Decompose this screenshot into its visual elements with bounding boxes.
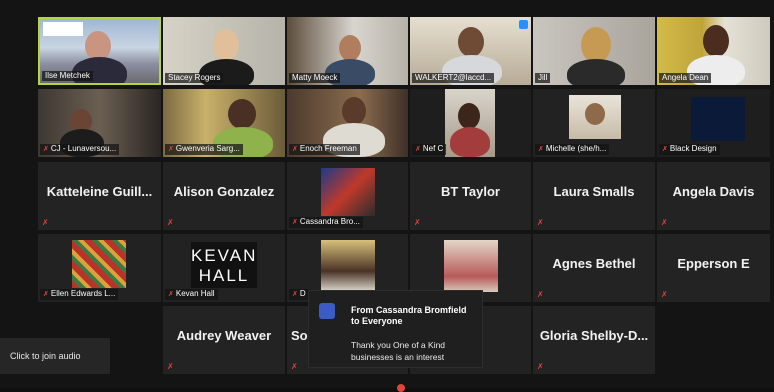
participant-name: Epperson E <box>677 256 750 271</box>
video-tile-cassandra[interactable]: ✗ Cassandra Bro... <box>287 162 408 230</box>
participant-name: ✗ Gwenveria Sarg... <box>165 144 243 155</box>
video-tile-ilse-metchek[interactable]: Ilse Metchek <box>38 17 161 85</box>
participant-name: Stacey Rogers <box>165 73 224 83</box>
participant-video-figure <box>213 29 239 61</box>
name-tile-agnes-bethel[interactable]: Agnes Bethel ✗ <box>533 234 655 302</box>
name-tile-alison-gonzalez[interactable]: Alison Gonzalez ✗ <box>163 162 285 230</box>
logo-badge <box>43 22 83 36</box>
participant-name: ✗ Kevan Hall <box>165 289 218 300</box>
participant-name: ✗ Cassandra Bro... <box>289 217 363 228</box>
chat-avatar-icon <box>319 303 335 319</box>
name-tile-katteleine[interactable]: Katteleine Guill... ✗ <box>38 162 161 230</box>
name-tile-gloria-shelby[interactable]: Gloria Shelby-D... ✗ <box>533 306 655 374</box>
video-tile-jill[interactable]: Jill <box>533 17 655 85</box>
mic-muted-icon: ✗ <box>537 290 544 299</box>
mic-muted-icon: ✗ <box>168 291 174 298</box>
profile-picture <box>72 240 126 288</box>
mic-muted-icon: ✗ <box>414 218 421 227</box>
more-options-icon[interactable] <box>519 20 528 29</box>
mic-muted-icon: ✗ <box>292 146 298 153</box>
chat-message: Thank you One of a Kind businesses is an… <box>351 340 446 362</box>
mic-muted-icon: ✗ <box>43 146 49 153</box>
participant-name: ✗ Ellen Edwards L... <box>40 289 119 300</box>
mic-muted-icon: ✗ <box>167 218 174 227</box>
video-tile-kevan-hall[interactable]: KEVAN HALL ✗ Kevan Hall <box>163 234 285 302</box>
notification-badge-icon <box>397 384 405 392</box>
video-tile-walkert2[interactable]: WALKERT2@laccd... <box>410 17 531 85</box>
participant-video-figure <box>458 103 480 129</box>
participant-name: Alison Gonzalez <box>173 184 275 199</box>
logo-line-2: HALL <box>198 266 250 285</box>
mic-muted-icon: ✗ <box>291 362 298 371</box>
participant-name: Jill <box>535 73 551 83</box>
mic-muted-icon: ✗ <box>662 146 668 153</box>
participant-name: ✗ D <box>289 289 309 300</box>
mic-muted-icon: ✗ <box>415 146 421 153</box>
video-tile-angela-dean[interactable]: Angela Dean <box>657 17 770 85</box>
video-tile-stacey-rogers[interactable]: Stacey Rogers <box>163 17 285 85</box>
participant-name: Laura Smalls <box>553 184 635 199</box>
participant-name: Matty Moeck <box>289 73 341 83</box>
video-tile-black-design[interactable]: ✗ Black Design <box>657 89 770 157</box>
participant-name: Angela Davis <box>672 184 755 199</box>
participant-name: Gloria Shelby-D... <box>539 328 649 343</box>
participant-video-figure <box>585 103 605 125</box>
participant-video-figure <box>339 35 361 61</box>
mic-muted-icon: ✗ <box>537 362 544 371</box>
video-tile-enoch-freeman[interactable]: ✗ Enoch Freeman <box>287 89 408 157</box>
participant-name: Katteleine Guill... <box>46 184 153 199</box>
video-tile-nef-c[interactable]: ✗ Nef C <box>410 89 531 157</box>
participant-name: ✗ Black Design <box>659 144 720 155</box>
participant-video-figure <box>567 59 625 85</box>
profile-picture <box>691 97 745 141</box>
participant-name: Angela Dean <box>659 73 712 83</box>
participant-video-figure <box>450 127 490 157</box>
mic-muted-icon: ✗ <box>167 362 174 371</box>
profile-picture <box>321 240 375 292</box>
mic-muted-icon: ✗ <box>538 146 544 153</box>
participant-video-figure <box>342 97 366 125</box>
video-tile-cj-lunaversou[interactable]: ✗ CJ - Lunaversou... <box>38 89 161 157</box>
mic-muted-icon: ✗ <box>292 219 298 226</box>
participant-name: ✗ Michelle (she/h... <box>535 144 610 155</box>
chat-to-line: to Everyone <box>351 316 403 326</box>
mic-muted-icon: ✗ <box>168 146 174 153</box>
video-tile-gwenveria[interactable]: ✗ Gwenveria Sarg... <box>163 89 285 157</box>
gallery-view: Ilse Metchek Stacey Rogers Matty Moeck W… <box>0 0 774 392</box>
chat-notification-popup[interactable]: From Cassandra Bromfield to Everyone Tha… <box>308 290 483 368</box>
participant-video-figure <box>703 25 729 57</box>
chat-sender: From Cassandra Bromfield to Everyone <box>351 305 467 327</box>
participant-name: ✗ CJ - Lunaversou... <box>40 144 120 155</box>
mic-muted-icon: ✗ <box>661 290 668 299</box>
name-tile-bt-taylor[interactable]: BT Taylor ✗ <box>410 162 531 230</box>
join-audio-button[interactable]: Click to join audio <box>0 338 110 374</box>
participant-video-figure <box>581 27 611 63</box>
participant-name: Audrey Weaver <box>176 328 272 343</box>
video-tile-michelle[interactable]: ✗ Michelle (she/h... <box>533 89 655 157</box>
participant-name: ✗ Nef C <box>412 144 447 155</box>
mic-muted-icon: ✗ <box>42 218 49 227</box>
video-tile-matty-moeck[interactable]: Matty Moeck <box>287 17 408 85</box>
name-tile-audrey-weaver[interactable]: Audrey Weaver ✗ <box>163 306 285 374</box>
participant-name: Ilse Metchek <box>42 71 93 81</box>
video-tile-ellen-edwards[interactable]: ✗ Ellen Edwards L... <box>38 234 161 302</box>
profile-picture <box>444 240 498 292</box>
kevan-hall-logo: KEVAN HALL <box>191 242 257 288</box>
participant-video-figure <box>228 99 256 129</box>
chat-from-line: From Cassandra Bromfield <box>351 305 467 315</box>
participant-name: BT Taylor <box>441 184 500 199</box>
participant-name: ✗ Enoch Freeman <box>289 144 360 155</box>
mic-muted-icon: ✗ <box>537 218 544 227</box>
mic-muted-icon: ✗ <box>43 291 49 298</box>
mic-muted-icon: ✗ <box>292 291 298 298</box>
logo-line-1: KEVAN <box>191 246 258 265</box>
participant-name: Agnes Bethel <box>552 256 636 271</box>
participant-name: WALKERT2@laccd... <box>412 73 495 83</box>
profile-picture <box>321 168 375 216</box>
name-tile-laura-smalls[interactable]: Laura Smalls ✗ <box>533 162 655 230</box>
participant-video-figure <box>458 27 484 57</box>
name-tile-angela-davis[interactable]: Angela Davis ✗ <box>657 162 770 230</box>
name-tile-epperson-e[interactable]: Epperson E ✗ <box>657 234 770 302</box>
mic-muted-icon: ✗ <box>661 218 668 227</box>
